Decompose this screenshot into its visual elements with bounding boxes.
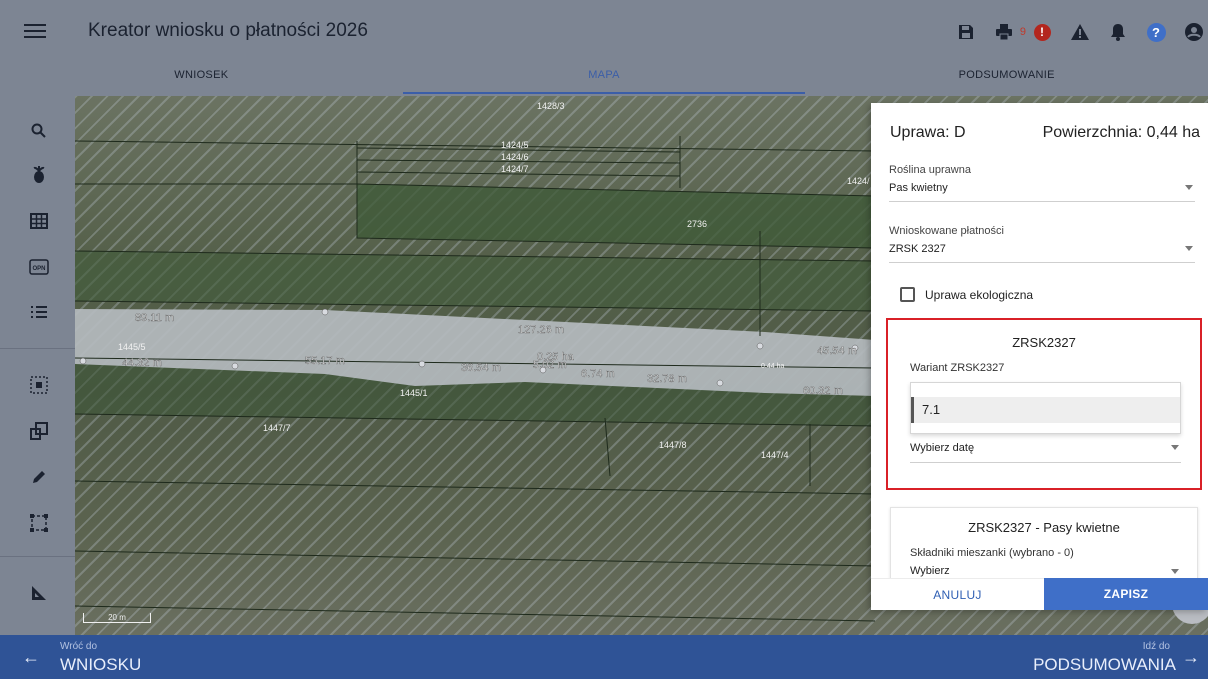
- chevron-down-icon: [1171, 445, 1179, 450]
- tab-podsumowanie[interactable]: PODSUMOWANIE: [805, 64, 1208, 96]
- copy-shape-icon[interactable]: [26, 418, 52, 444]
- save-icon[interactable]: [952, 18, 980, 46]
- payments-label: Wnioskowane płatności: [889, 225, 1004, 237]
- chevron-down-icon: [1185, 185, 1193, 190]
- arrow-right-icon: →: [1182, 647, 1200, 667]
- crop-details-panel: Uprawa: D Powierzchnia: 0,44 ha Roślina …: [871, 103, 1208, 610]
- help-icon[interactable]: ?: [1142, 18, 1170, 46]
- measurement-label: 60.32 m: [803, 385, 843, 397]
- chevron-down-icon: [1185, 246, 1193, 251]
- measurement-label: 89.11 m: [135, 312, 174, 324]
- tab-bar: WNIOSEK MAPA PODSUMOWANIE: [0, 64, 1208, 96]
- payments-field: Wnioskowane płatności ZRSK 2327: [889, 225, 1195, 263]
- payments-value: ZRSK 2327: [889, 243, 946, 255]
- measurement-label: 55.17 m: [305, 355, 345, 367]
- date-select[interactable]: Wybierz datę: [910, 442, 1181, 463]
- cancel-button[interactable]: ANULUJ: [871, 578, 1044, 610]
- opn-icon[interactable]: OPN: [26, 254, 52, 280]
- variant-dropdown[interactable]: 7.1: [910, 382, 1181, 434]
- back-caption: Wróć do: [60, 641, 98, 652]
- alert-count: 9: [1019, 26, 1026, 38]
- toolbar-divider: [0, 348, 75, 349]
- alert-symbol: !: [1033, 23, 1051, 41]
- list-icon[interactable]: [26, 299, 52, 325]
- next-target: PODSUMOWANIA: [1033, 655, 1176, 674]
- chevron-down-icon: [1171, 569, 1179, 574]
- eco-checkbox-row[interactable]: Uprawa ekologiczna: [900, 287, 1033, 302]
- parcel-label: 1428/3: [537, 101, 565, 111]
- plant-field: Roślina uprawna Pas kwietny: [889, 164, 1195, 202]
- measurement-label: 6.74 m: [581, 368, 615, 380]
- eco-checkbox[interactable]: [900, 287, 915, 302]
- alert-icon[interactable]: !: [1028, 18, 1056, 46]
- opn-text: OPN: [32, 266, 45, 272]
- mix-select[interactable]: Wybierz: [910, 565, 1181, 577]
- zrsk-card-title: ZRSK2327: [1012, 335, 1076, 350]
- next-caption: Idź do: [1142, 641, 1170, 652]
- parcel-label: 1424/7: [501, 164, 529, 174]
- bottom-navigation: ← Wróć do WNIOSKU Idź do PODSUMOWANIA →: [0, 635, 1208, 679]
- account-icon[interactable]: [1180, 18, 1208, 46]
- crop-label: Uprawa: D: [890, 124, 966, 141]
- plant-label: Roślina uprawna: [889, 164, 971, 176]
- parcel-label: 1424/6: [501, 152, 529, 162]
- mix-label: Składniki mieszanki (wybrano - 0): [910, 547, 1074, 559]
- arrow-left-icon: ←: [22, 647, 40, 667]
- scale-bar: 20 m: [83, 613, 151, 623]
- payments-select[interactable]: ZRSK 2327: [889, 243, 1195, 263]
- measurement-label: 45.54 m: [817, 345, 857, 357]
- parcel-label: 1424/: [847, 176, 870, 186]
- parcel-label: 1445/5: [118, 342, 146, 352]
- date-placeholder: Wybierz datę: [910, 442, 975, 454]
- print-icon[interactable]: [990, 18, 1018, 46]
- help-symbol: ?: [1146, 22, 1166, 42]
- page-title: Kreator wniosku o płatności 2026: [88, 20, 368, 41]
- save-button[interactable]: ZAPISZ: [1044, 578, 1208, 610]
- search-icon[interactable]: [26, 118, 52, 144]
- panel-header: Uprawa: D Powierzchnia: 0,44 ha: [890, 124, 1200, 148]
- parcel-label: 1447/4: [761, 450, 789, 460]
- header-actions: 9 ! ?: [942, 18, 1208, 46]
- map-toolbar: OPN: [0, 96, 75, 635]
- zrsk-card: ZRSK2327 Wariant ZRSK2327 Wybierz datę 7…: [886, 318, 1202, 490]
- variant-option[interactable]: 7.1: [911, 397, 1180, 423]
- warning-icon[interactable]: [1066, 18, 1094, 46]
- mix-card-title: ZRSK2327 - Pasy kwietne: [968, 520, 1120, 535]
- back-link[interactable]: ← Wróć do WNIOSKU: [0, 635, 200, 679]
- bell-icon[interactable]: [1104, 18, 1132, 46]
- parcel-label: 1447/7: [263, 423, 291, 433]
- parcel-label: 1445/1: [400, 388, 428, 398]
- variant-label: Wariant ZRSK2327: [910, 362, 1005, 374]
- tab-wniosek[interactable]: WNIOSEK: [0, 64, 403, 96]
- back-target: WNIOSKU: [60, 655, 142, 674]
- measure-icon[interactable]: [26, 580, 52, 606]
- measurement-label: 44.32 m: [122, 357, 162, 369]
- menu-icon[interactable]: [24, 20, 46, 42]
- area-label: 0.44 ha: [761, 363, 784, 370]
- select-area-icon[interactable]: [26, 510, 52, 536]
- grid-icon[interactable]: [26, 208, 52, 234]
- measurement-label: 5.02 m: [533, 359, 567, 371]
- parcel-label: 1447/8: [659, 440, 687, 450]
- area-label: Powierzchnia: 0,44 ha: [1042, 124, 1200, 141]
- parcel-label: 1424/5: [501, 140, 529, 150]
- select-point-icon[interactable]: [26, 372, 52, 398]
- plant-icon[interactable]: [26, 162, 52, 188]
- tab-mapa[interactable]: MAPA: [402, 64, 806, 96]
- measurement-label: 32.78 m: [647, 373, 687, 385]
- mix-value: Wybierz: [910, 565, 950, 577]
- panel-actions: ANULUJ ZAPISZ: [871, 578, 1208, 610]
- plant-value: Pas kwietny: [889, 182, 948, 194]
- measurement-label: 127.26 m: [518, 324, 564, 336]
- next-link[interactable]: Idź do PODSUMOWANIA →: [988, 635, 1208, 679]
- eco-label: Uprawa ekologiczna: [925, 287, 1034, 302]
- plant-select[interactable]: Pas kwietny: [889, 182, 1195, 202]
- measurement-label: 36.54 m: [461, 362, 501, 374]
- app-header: Kreator wniosku o płatności 2026 9 ! ?: [0, 0, 1208, 64]
- pencil-icon[interactable]: [26, 464, 52, 490]
- toolbar-divider: [0, 556, 75, 557]
- parcel-label: 2736: [687, 219, 707, 229]
